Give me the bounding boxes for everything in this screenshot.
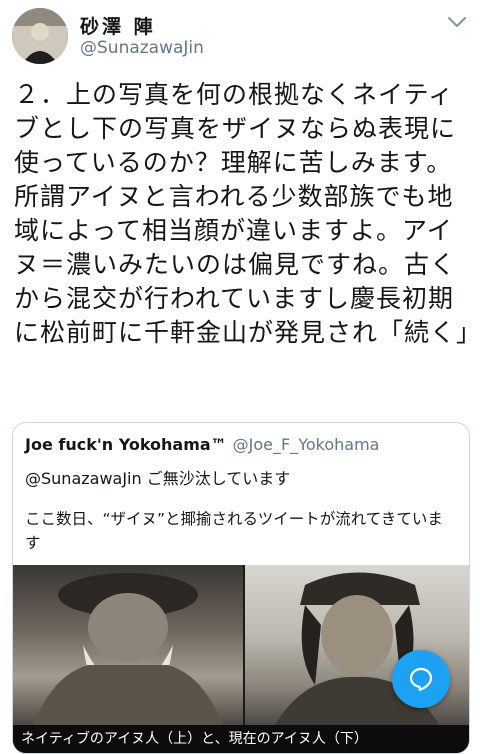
chevron-down-icon[interactable] xyxy=(446,14,468,30)
compose-reply-button[interactable] xyxy=(392,650,450,708)
author-display-name[interactable]: 砂澤 陣 xyxy=(80,12,156,39)
avatar-image xyxy=(12,8,68,64)
tweet-text: ２．上の写真を何の根拠なくネイティブとし下の写真をザイヌならぬ表現に使っているの… xyxy=(14,80,480,347)
avatar[interactable] xyxy=(12,8,68,64)
media-caption: ネイティブのアイヌ人（上）と、現在のアイヌ人（下） xyxy=(13,725,469,753)
author-handle[interactable]: @SunazawaJin xyxy=(80,38,204,58)
quoted-reply-line: @SunazawaJin ご無沙汰しています xyxy=(25,469,291,488)
quoted-tweet-text: ここ数日、“ザイヌ”と揶揄されるツイートが流れてきています xyxy=(25,510,443,552)
quoted-author-handle: @Joe_F_Yokohama xyxy=(232,435,380,454)
quoted-tweet-card[interactable]: Joe fuck'n Yokohama™ @Joe_F_Yokohama @Sun… xyxy=(12,422,470,754)
quoted-tweet-header: Joe fuck'n Yokohama™ @Joe_F_Yokohama xyxy=(25,435,379,454)
photo-elder-ainu xyxy=(13,565,243,725)
compose-reply-icon xyxy=(409,667,433,692)
quoted-author-display-name: Joe fuck'n Yokohama™ xyxy=(25,435,227,454)
